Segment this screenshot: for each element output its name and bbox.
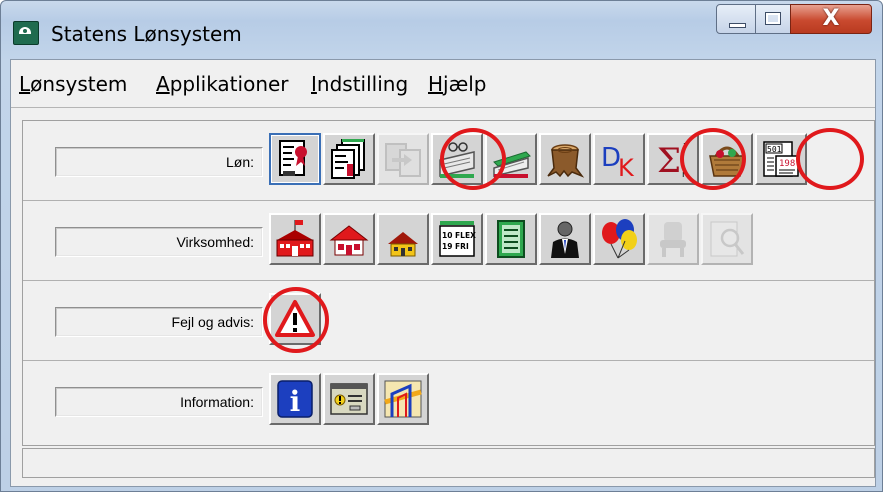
menu-accel: L: [19, 72, 31, 96]
minimize-button[interactable]: [716, 4, 756, 34]
menu-label: ndstilling: [316, 72, 409, 96]
status-bar: [22, 448, 875, 478]
dk-letters-button[interactable]: D K: [593, 133, 645, 185]
row-label-information: Information:: [55, 387, 263, 417]
disabled-transfer-button[interactable]: [377, 133, 429, 185]
tree-stump-icon: [547, 144, 585, 178]
numbered-report-button[interactable]: 501 198: [755, 133, 807, 185]
documents-stack-button[interactable]: [323, 133, 375, 185]
disabled-transfer-icon: [385, 143, 421, 177]
disabled-chair-button[interactable]: [647, 213, 699, 265]
numbered-report-icon: 501 198: [763, 141, 799, 177]
person-suit-button[interactable]: [539, 213, 591, 265]
title-bar[interactable]: Statens Lønsystem X: [1, 1, 882, 59]
disabled-chair-icon: [660, 222, 686, 257]
menu-accel: H: [428, 72, 444, 96]
map-route-icon: [384, 380, 422, 418]
app-window: Statens Lønsystem X Lønsystem Applikatio…: [0, 0, 883, 492]
sigma-glyph: Σ: [657, 141, 681, 180]
maximize-button[interactable]: [755, 4, 791, 34]
yellow-house-icon: [388, 232, 418, 257]
glasses-ledger-button[interactable]: [431, 133, 483, 185]
message-window-icon: [330, 383, 368, 415]
warning-button[interactable]: [269, 293, 321, 345]
row-lon: Løn: D K Σ i n 501 198: [23, 121, 874, 201]
row-virksomhed: Virksomhed: 10 FLEX 19 FRI: [23, 201, 874, 281]
balloons-button[interactable]: [593, 213, 645, 265]
dk-letters-icon: D K: [601, 143, 635, 180]
menu-indstilling[interactable]: Indstilling: [311, 72, 408, 96]
map-route-button[interactable]: [377, 373, 429, 425]
documents-stack-icon: [331, 139, 365, 179]
info-button[interactable]: i: [269, 373, 321, 425]
window-controls: X: [716, 4, 872, 36]
flex-line-1: 10 FLEX: [442, 231, 476, 240]
row-label-virksomhed: Virksomhed:: [55, 227, 263, 257]
green-ledger-icon: [497, 220, 525, 258]
disabled-magnifier-button[interactable]: [701, 213, 753, 265]
menu-bar: Lønsystem Applikationer Indstilling Hjæl…: [11, 60, 875, 108]
close-button[interactable]: X: [790, 4, 872, 34]
launcher-panel: Løn: D K Σ i n 501 198 Virksomhed: 10 FL…: [22, 120, 875, 446]
flex-calendar-button[interactable]: 10 FLEX 19 FRI: [431, 213, 483, 265]
warning-triangle-icon: [275, 300, 315, 337]
person-suit-icon: [551, 221, 579, 258]
message-window-button[interactable]: [323, 373, 375, 425]
green-book-button[interactable]: [485, 133, 537, 185]
document-seal-button[interactable]: [269, 133, 321, 185]
glasses-ledger-icon: [439, 142, 475, 178]
basket-button[interactable]: [701, 133, 753, 185]
info-glyph: i: [290, 385, 301, 418]
disabled-magnifier-icon: [710, 221, 745, 257]
row-information: Information: i: [23, 361, 874, 437]
menu-accel: A: [156, 72, 170, 96]
row-fejl-og-advis: Fejl og advis:: [23, 281, 874, 361]
sigma-sup: i: [683, 143, 686, 153]
red-building-flag-button[interactable]: [269, 213, 321, 265]
report-number-top: 501: [767, 145, 782, 154]
row-fejl-buttons: [269, 293, 321, 345]
menu-hjaelp[interactable]: Hjælp: [428, 72, 487, 96]
client-area: Lønsystem Applikationer Indstilling Hjæl…: [10, 59, 876, 487]
dk-k-glyph: K: [618, 154, 635, 180]
row-lon-buttons: D K Σ i n 501 198: [269, 133, 807, 185]
red-building-flag-icon: [276, 220, 314, 257]
green-book-icon: [493, 151, 531, 178]
menu-label: pplikationer: [169, 72, 289, 96]
report-number-mid: 198: [779, 159, 795, 169]
document-seal-icon: [279, 140, 307, 176]
flex-calendar-icon: 10 FLEX 19 FRI: [439, 221, 476, 257]
menu-lonsystem[interactable]: Lønsystem: [19, 72, 127, 96]
basket-icon: [709, 146, 745, 177]
sigma-sub: n: [682, 170, 688, 180]
sigma-button[interactable]: Σ i n: [647, 133, 699, 185]
row-information-buttons: i: [269, 373, 429, 425]
app-logo-icon[interactable]: [13, 21, 39, 45]
window-title: Statens Lønsystem: [51, 22, 242, 46]
row-label-lon: Løn:: [55, 147, 263, 177]
row-virksomhed-buttons: 10 FLEX 19 FRI: [269, 213, 753, 265]
row-label-fejl-og-advis: Fejl og advis:: [55, 307, 263, 337]
red-house-icon: [329, 225, 369, 256]
red-house-button[interactable]: [323, 213, 375, 265]
menu-label: jælp: [443, 72, 487, 96]
tree-stump-button[interactable]: [539, 133, 591, 185]
flex-line-2: 19 FRI: [442, 242, 469, 251]
close-icon: X: [822, 6, 840, 31]
menu-applikationer[interactable]: Applikationer: [156, 72, 289, 96]
menu-label: ønsystem: [30, 72, 128, 96]
sigma-icon: Σ i n: [657, 141, 688, 180]
info-icon: i: [277, 380, 313, 418]
yellow-house-button[interactable]: [377, 213, 429, 265]
balloons-icon: [602, 219, 637, 259]
green-ledger-button[interactable]: [485, 213, 537, 265]
